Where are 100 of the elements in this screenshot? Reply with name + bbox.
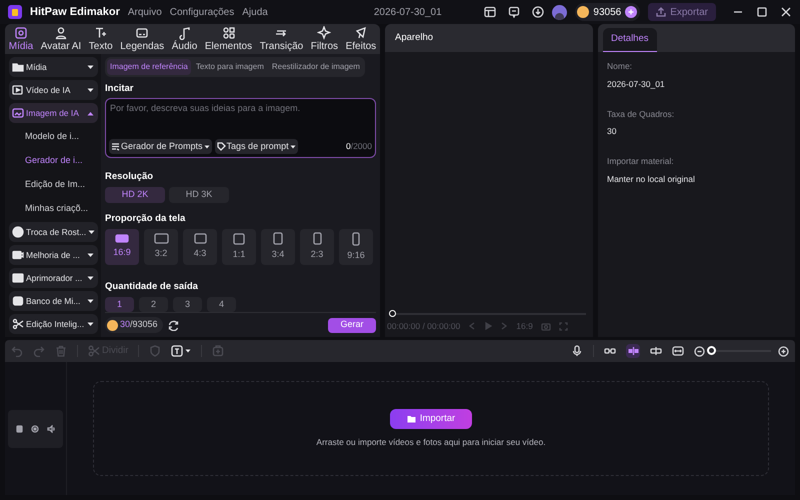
chat-icon[interactable]	[508, 6, 520, 18]
coin-icon	[577, 6, 590, 18]
aspect-shape-icon	[273, 232, 283, 245]
tab-icon	[317, 26, 332, 40]
toolbar-tab[interactable]: Áudio	[172, 26, 198, 52]
layout-icon[interactable]	[484, 6, 496, 18]
scissors-icon	[88, 345, 100, 357]
sidebar-item[interactable]: Troca de Rost...	[9, 222, 98, 242]
generate-button[interactable]: Gerar	[328, 318, 376, 332]
credit-total: /93056	[130, 318, 158, 332]
import-button[interactable]: Importar	[390, 408, 472, 429]
tab-icon	[178, 26, 192, 40]
speaker-icon[interactable]	[47, 424, 55, 432]
sidebar-item[interactable]: Vídeo de IA	[9, 80, 98, 100]
coin-icon	[107, 320, 118, 330]
sidebar-item[interactable]: Imagem de IA	[9, 103, 98, 123]
sidebar-item[interactable]: Aprimorador ...	[9, 268, 98, 288]
prompt-field[interactable]: Por favor, descreva suas ideias para a imagem. Gerador de Prompts Tags de prompt 0/2000	[105, 98, 376, 158]
credit-count: 93056	[593, 6, 622, 20]
prompt-tool-button[interactable]: Tags de prompt	[214, 139, 298, 154]
sidebar-subitem[interactable]: Edição de Im...	[9, 174, 98, 195]
panel-title: Aparelho	[395, 30, 434, 45]
zoom-in-icon[interactable]	[778, 346, 789, 356]
toolbar-tab[interactable]: Efeitos	[346, 26, 376, 52]
toolbar-tab[interactable]: Texto	[88, 26, 113, 52]
resolution-option[interactable]: HD 3K	[169, 186, 229, 202]
sidebar-item[interactable]: Edição Intelig...	[9, 314, 98, 334]
toolbar-tab[interactable]: Avatar AI	[40, 26, 82, 52]
tab-icon	[14, 26, 28, 40]
caret-down-icon	[87, 322, 94, 326]
field-value: Manter no local original	[607, 172, 696, 186]
text-box-icon	[171, 345, 184, 357]
close-icon[interactable]	[780, 6, 792, 18]
sidebar-item[interactable]: Melhoria de ...	[9, 245, 98, 265]
aspect-ratio-option[interactable]: 3:2	[144, 228, 178, 265]
category-icon	[12, 318, 24, 330]
sidebar-subitem[interactable]: Modelo de i...	[9, 126, 98, 147]
aspect-shape-icon	[312, 232, 322, 245]
sidebar-subitem[interactable]: Minhas criaçõ...	[9, 198, 98, 219]
details-tab[interactable]: Detalhes	[603, 28, 656, 52]
aspect-ratio-option[interactable]: 16:9	[105, 228, 139, 265]
sidebar-subitem[interactable]: Gerador de i...	[9, 150, 98, 171]
field-label: Importar material:	[607, 155, 675, 168]
aspect-ratio-option[interactable]: 1:1	[222, 228, 256, 265]
caret-down-icon	[87, 64, 94, 70]
resolution-option[interactable]: HD 2K	[105, 186, 165, 202]
tab-icon	[54, 26, 68, 40]
add-credits-icon[interactable]	[625, 6, 638, 18]
menu-item[interactable]: Ajuda	[242, 4, 268, 20]
aspect-ratio-option[interactable]: 3:4	[261, 228, 295, 265]
section-label: Incitar	[105, 82, 135, 96]
quantity-option[interactable]: 2	[139, 297, 168, 312]
category-icon	[12, 272, 24, 284]
split-track-icon[interactable]	[650, 345, 662, 357]
quantity-option[interactable]: 1	[105, 297, 134, 312]
aspect-ratio-option[interactable]: 2:3	[300, 228, 334, 265]
caret-down-icon	[185, 349, 192, 353]
mode-tab[interactable]: Reestilizador de imagem	[268, 59, 363, 75]
app-title: HitPaw Edimakor	[30, 4, 120, 20]
toolbar-tab[interactable]: Transição	[260, 26, 304, 52]
microphone-icon[interactable]	[571, 345, 583, 357]
field-label: Taxa de Quadros:	[607, 108, 676, 120]
menu-item[interactable]: Configurações	[170, 4, 234, 20]
zoom-slider-thumb[interactable]	[707, 346, 716, 355]
section-label: Quantidade de saída	[105, 280, 199, 294]
mode-tab[interactable]: Imagem de referência	[107, 59, 191, 75]
quantity-option[interactable]: 4	[207, 297, 236, 312]
toolbar-tab[interactable]: Legendas	[120, 26, 164, 52]
category-icon	[12, 249, 24, 261]
zoom-out-icon[interactable]	[694, 346, 705, 356]
quantity-option[interactable]: 3	[173, 297, 202, 312]
field-label: Nome:	[607, 60, 634, 73]
sidebar-item[interactable]: Banco de Mi...	[9, 291, 98, 311]
download-icon[interactable]	[532, 6, 544, 18]
toolbar-tab[interactable]: Filtros	[310, 26, 338, 52]
section-label: Proporção da tela	[105, 212, 186, 226]
menu-item[interactable]: Arquivo	[128, 4, 162, 20]
timecode: 00:00:00 / 00:00:00	[387, 320, 460, 332]
prompt-tool-button[interactable]: Gerador de Prompts	[109, 139, 212, 154]
mode-tab[interactable]: Texto para imagem	[192, 59, 267, 75]
aspect-ratio-option[interactable]: 9:16	[339, 228, 373, 265]
toolbar-tab[interactable]: Elementos	[204, 26, 252, 52]
toolbar-tab[interactable]: Mídia	[8, 26, 34, 52]
avatar-icon[interactable]	[552, 4, 568, 20]
maximize-icon[interactable]	[756, 6, 768, 18]
aspect-ratio-option[interactable]: 4:3	[183, 228, 217, 265]
refresh-icon[interactable]	[168, 320, 179, 330]
playhead-handle[interactable]	[389, 310, 396, 317]
sidebar-item[interactable]: Mídia	[9, 57, 98, 77]
magnet-toggle[interactable]	[626, 344, 640, 358]
fit-width-icon[interactable]	[672, 345, 684, 357]
text-tool-button[interactable]	[171, 345, 192, 357]
export-button[interactable]: Exportar	[648, 3, 716, 21]
caret-down-icon	[87, 298, 94, 304]
aspect-ratio-label: 16:9	[516, 320, 533, 332]
folder-icon	[406, 414, 416, 423]
credit-cost: 30	[120, 318, 130, 332]
caret-down-icon	[290, 144, 296, 149]
caret-down-icon	[87, 252, 94, 258]
section-label: Resolução	[105, 170, 154, 184]
